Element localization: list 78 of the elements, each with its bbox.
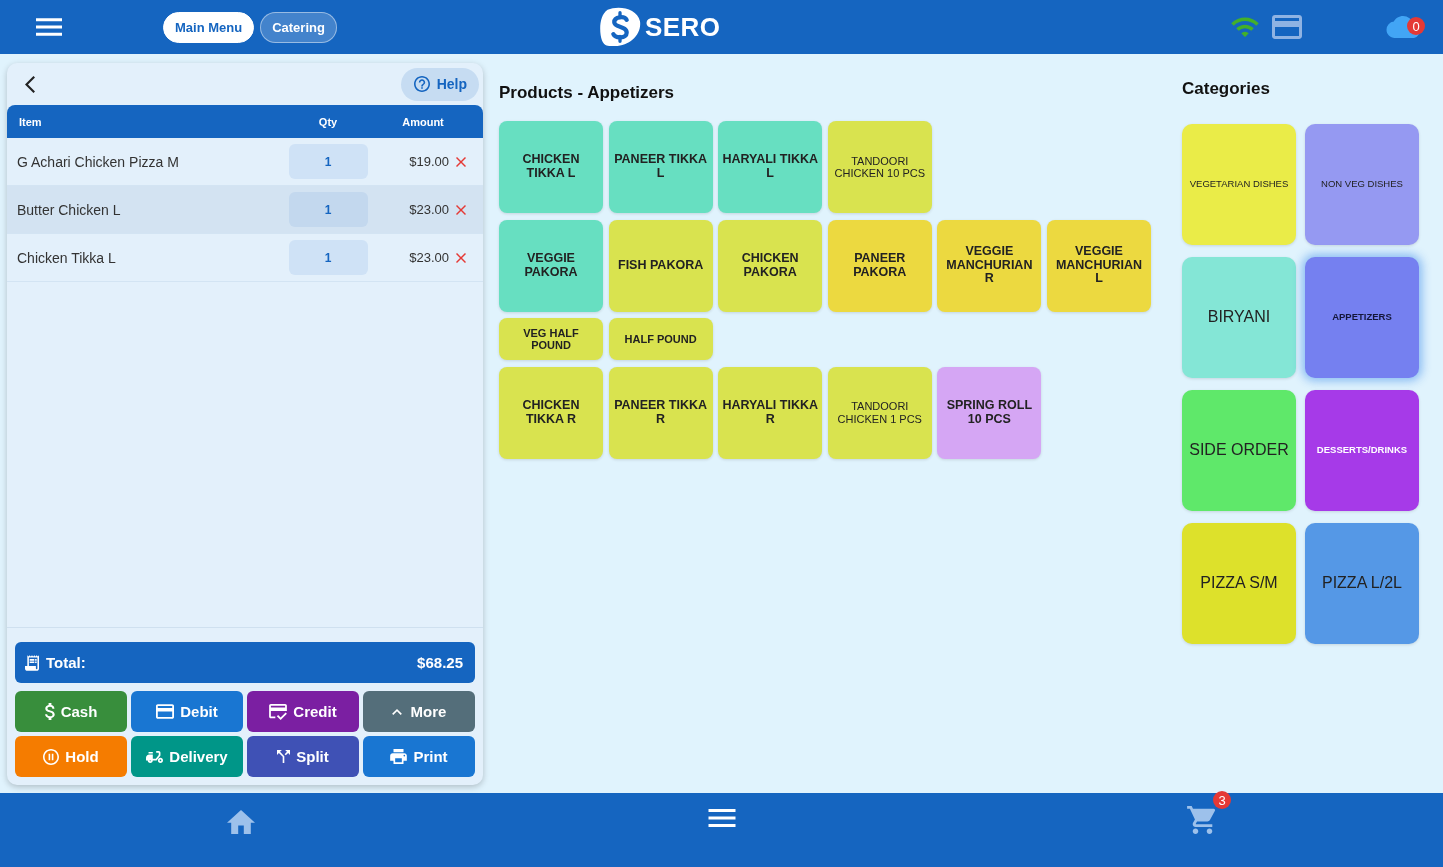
help-icon xyxy=(413,76,430,92)
product-tile[interactable]: SPRING ROLL 10 PCS xyxy=(937,366,1042,459)
total-label: Total: xyxy=(46,654,86,671)
close-icon[interactable] xyxy=(456,156,466,167)
split-arrows-icon xyxy=(277,750,291,763)
dollar-icon xyxy=(44,703,55,720)
category-tile[interactable]: PIZZA L/2L xyxy=(1305,523,1419,644)
scooter-icon xyxy=(146,750,164,763)
product-tile[interactable]: VEGGIE MANCHURIAN R xyxy=(937,219,1042,312)
column-header: Qty xyxy=(318,115,338,128)
category-tile[interactable]: APPETIZERS xyxy=(1305,257,1419,378)
category-tile[interactable]: BIRYANI xyxy=(1182,257,1296,378)
action-button[interactable]: Cash xyxy=(15,691,127,732)
total-amount: $68.25 xyxy=(417,654,463,671)
action-button[interactable]: Split xyxy=(247,736,359,777)
product-tile[interactable]: VEGGIE MANCHURIAN L xyxy=(1046,219,1151,312)
order-row[interactable]: Butter Chicken L 1 $23.00 xyxy=(7,186,483,234)
amount-text: $23.00 xyxy=(409,250,449,265)
wifi-icon xyxy=(1231,17,1259,37)
category-tile[interactable]: VEGETARIAN DISHES xyxy=(1182,124,1296,245)
action-button[interactable]: Print xyxy=(363,736,475,777)
menu-icon[interactable] xyxy=(706,809,737,827)
card-check-icon xyxy=(269,703,288,720)
cart-icon[interactable] xyxy=(1187,806,1218,834)
section-title: Categories xyxy=(1182,79,1271,99)
product-tile[interactable]: HALF POUND xyxy=(608,318,713,360)
menu-tab[interactable]: Main Menu xyxy=(163,11,255,43)
close-icon[interactable] xyxy=(456,204,466,215)
quantity-field[interactable]: 1 xyxy=(288,192,368,227)
home-icon[interactable] xyxy=(226,810,255,834)
product-tile[interactable]: PANEER TIKKA R xyxy=(608,366,713,459)
order-row[interactable]: G Achari Chicken Pizza M 1 $19.00 xyxy=(7,138,483,186)
product-tile[interactable]: VEG HALF POUND xyxy=(499,318,603,360)
amount-text: $23.00 xyxy=(409,202,449,217)
product-tile[interactable]: FISH PAKORA xyxy=(608,219,713,312)
count-badge: 3 xyxy=(1213,791,1231,809)
order-row[interactable]: Chicken Tikka L 1 $23.00 xyxy=(7,234,483,282)
section-title: Products - Appetizers xyxy=(499,83,676,103)
column-header: Item xyxy=(19,115,42,128)
logo-text: SERO xyxy=(644,14,721,40)
item-name: G Achari Chicken Pizza M xyxy=(17,153,180,170)
product-tile[interactable]: CHICKEN PAKORA xyxy=(718,219,823,312)
product-tile[interactable]: CHICKEN TIKKA R xyxy=(499,366,603,459)
product-tile[interactable]: TANDOORI CHICKEN 1 PCS xyxy=(827,366,932,459)
action-button[interactable]: Delivery xyxy=(131,736,243,777)
menu-icon[interactable] xyxy=(36,18,62,36)
logo-icon xyxy=(598,7,641,47)
category-tile[interactable]: DESSERTS/DRINKS xyxy=(1305,390,1419,511)
item-name: Chicken Tikka L xyxy=(17,249,117,266)
product-tile[interactable]: PANEER PAKORA xyxy=(827,219,932,312)
pause-icon xyxy=(43,748,60,765)
product-tile[interactable]: HARYALI TIKKA R xyxy=(718,366,823,459)
count-badge: 0 xyxy=(1407,17,1425,35)
menu-tab[interactable]: Catering xyxy=(260,11,337,43)
printer-icon xyxy=(390,749,408,764)
category-tile[interactable]: PIZZA S/M xyxy=(1182,523,1296,644)
product-tile[interactable]: VEGGIE PAKORA xyxy=(499,219,603,312)
product-tile[interactable]: PANEER TIKKA L xyxy=(608,121,713,213)
product-tile[interactable]: CHICKEN TIKKA L xyxy=(499,121,603,213)
product-tile[interactable]: TANDOORI CHICKEN 10 PCS xyxy=(827,121,932,213)
column-header: Amount xyxy=(402,115,444,128)
quantity-field[interactable]: 1 xyxy=(288,240,368,275)
card-icon xyxy=(156,704,175,719)
amount-text: $19.00 xyxy=(409,154,449,169)
help-button[interactable]: Help xyxy=(400,67,479,101)
item-name: Butter Chicken L xyxy=(17,201,122,218)
back-icon[interactable] xyxy=(25,75,35,93)
receipt-icon xyxy=(25,654,39,671)
action-button[interactable]: More xyxy=(363,691,475,732)
card-icon[interactable] xyxy=(1272,15,1302,39)
category-tile[interactable]: SIDE ORDER xyxy=(1182,390,1296,511)
chevron-up-icon xyxy=(391,708,402,715)
product-tile[interactable]: HARYALI TIKKA L xyxy=(718,121,823,213)
action-button[interactable]: Debit xyxy=(131,691,243,732)
quantity-field[interactable]: 1 xyxy=(288,144,368,179)
close-icon[interactable] xyxy=(456,252,466,263)
action-button[interactable]: Credit xyxy=(247,691,359,732)
category-tile[interactable]: NON VEG DISHES xyxy=(1305,124,1419,245)
